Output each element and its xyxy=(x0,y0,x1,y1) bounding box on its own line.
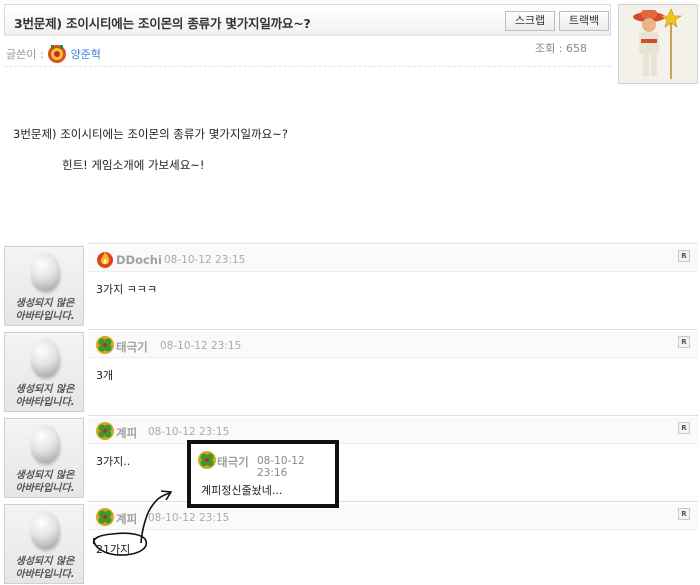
comment-item: 생성되지 않은 아바타입니다. 태극기 08-10-12 23:15 R 3개 xyxy=(4,329,698,415)
comment-date: 08-10-12 23:15 xyxy=(164,254,246,266)
avatar-caption: 생성되지 않은 아바타입니다. xyxy=(5,469,85,495)
character-avatar-icon xyxy=(619,5,697,83)
comment-avatar: 생성되지 않은 아바타입니다. xyxy=(4,332,84,412)
comment-text: 3가지 ㅋㅋㅋ xyxy=(96,283,158,296)
scrap-button[interactable]: 스크랩 xyxy=(505,11,555,31)
egg-avatar-icon xyxy=(31,425,59,463)
reply-text: 계피정신줄놨네... xyxy=(201,484,283,497)
clover-badge-icon xyxy=(96,336,114,354)
author-label: 글쓴이 : xyxy=(6,48,44,61)
view-count-label: 조회 : xyxy=(535,42,563,55)
post-title-bar: 3번문제) 조이시티에는 조이몬의 종류가 몇가지일까요~? 스크랩 트랙백 xyxy=(4,4,611,36)
author-row: 글쓴이 : 양준혁 xyxy=(6,44,101,64)
comment-divider xyxy=(88,415,698,416)
comment-header: 계피 08-10-12 23:15 R xyxy=(88,504,698,530)
author-profile-image xyxy=(618,4,698,84)
highlighted-reply-box: 태극기 08-10-12 23:16 계피정신줄놨네... xyxy=(187,440,339,508)
reply-button[interactable]: R xyxy=(678,336,690,348)
comment-date: 08-10-12 23:15 xyxy=(148,512,230,524)
post-hint: 힌트! 게임소개에 가보세요~! xyxy=(62,158,205,172)
avatar-caption-line1: 생성되지 않은 xyxy=(15,384,75,395)
clover-badge-icon xyxy=(96,422,114,440)
avatar-caption-line2: 아바타입니다. xyxy=(15,483,75,494)
fire-badge-icon xyxy=(97,252,113,268)
clover-badge-icon xyxy=(96,508,114,526)
avatar-caption-line1: 생성되지 않은 xyxy=(15,470,75,481)
comment-text: 21가지 xyxy=(96,543,131,556)
egg-avatar-icon xyxy=(31,511,59,549)
reply-button[interactable]: R xyxy=(678,422,690,434)
comment-nickname[interactable]: 계피 xyxy=(116,425,137,441)
comment-item: 생성되지 않은 아바타입니다. 계피 08-10-12 23:15 R 21가지 xyxy=(4,501,698,585)
comment-divider xyxy=(88,243,698,244)
avatar-caption-line2: 아바타입니다. xyxy=(15,397,75,408)
header-divider xyxy=(4,66,611,67)
author-name[interactable]: 양준혁 xyxy=(71,48,101,61)
comment-header: DDochi 08-10-12 23:15 R xyxy=(88,246,698,272)
comment-header: 계피 08-10-12 23:15 R xyxy=(88,418,698,444)
comment-divider xyxy=(88,329,698,330)
avatar-caption-line1: 생성되지 않은 xyxy=(15,556,75,567)
egg-avatar-icon xyxy=(31,339,59,377)
avatar-caption: 생성되지 않은 아바타입니다. xyxy=(5,555,85,581)
comment-item: 생성되지 않은 아바타입니다. DDochi 08-10-12 23:15 R … xyxy=(4,243,698,329)
view-count: 조회 : 658 xyxy=(535,40,587,56)
avatar-caption-line2: 아바타입니다. xyxy=(15,569,75,580)
comment-text: 3가지.. xyxy=(96,455,131,468)
comment-avatar: 생성되지 않은 아바타입니다. xyxy=(4,504,84,584)
comment-nickname[interactable]: 태극기 xyxy=(116,339,148,355)
avatar-caption: 생성되지 않은 아바타입니다. xyxy=(5,297,85,323)
avatar-caption: 생성되지 않은 아바타입니다. xyxy=(5,383,85,409)
post-title: 3번문제) 조이시티에는 조이몬의 종류가 몇가지일까요~? xyxy=(14,16,311,31)
egg-avatar-icon xyxy=(31,253,59,291)
reply-date: 08-10-12 23:16 xyxy=(257,455,305,479)
trackback-button[interactable]: 트랙백 xyxy=(559,11,609,31)
reply-button[interactable]: R xyxy=(678,250,690,262)
comment-divider xyxy=(88,501,698,502)
comment-avatar: 생성되지 않은 아바타입니다. xyxy=(4,246,84,326)
view-count-value: 658 xyxy=(565,42,587,55)
comment-header: 태극기 08-10-12 23:15 R xyxy=(88,332,698,358)
comment-avatar: 생성되지 않은 아바타입니다. xyxy=(4,418,84,498)
comment-date: 08-10-12 23:15 xyxy=(148,426,230,438)
comment-nickname[interactable]: DDochi xyxy=(116,253,162,267)
guild-badge-icon xyxy=(48,45,67,63)
comment-text: 3개 xyxy=(96,369,114,382)
avatar-caption-line1: 생성되지 않은 xyxy=(15,298,75,309)
comment-nickname[interactable]: 계피 xyxy=(116,511,137,527)
clover-badge-icon xyxy=(198,451,216,469)
comment-item: 생성되지 않은 아바타입니다. 계피 08-10-12 23:15 R 3가지.… xyxy=(4,415,698,501)
reply-nickname[interactable]: 태극기 xyxy=(217,454,249,470)
reply-button[interactable]: R xyxy=(678,508,690,520)
comment-date: 08-10-12 23:15 xyxy=(160,340,242,352)
avatar-caption-line2: 아바타입니다. xyxy=(15,311,75,322)
post-body: 3번문제) 조이시티에는 조이몬의 종류가 몇가지일까요~? xyxy=(13,127,288,141)
